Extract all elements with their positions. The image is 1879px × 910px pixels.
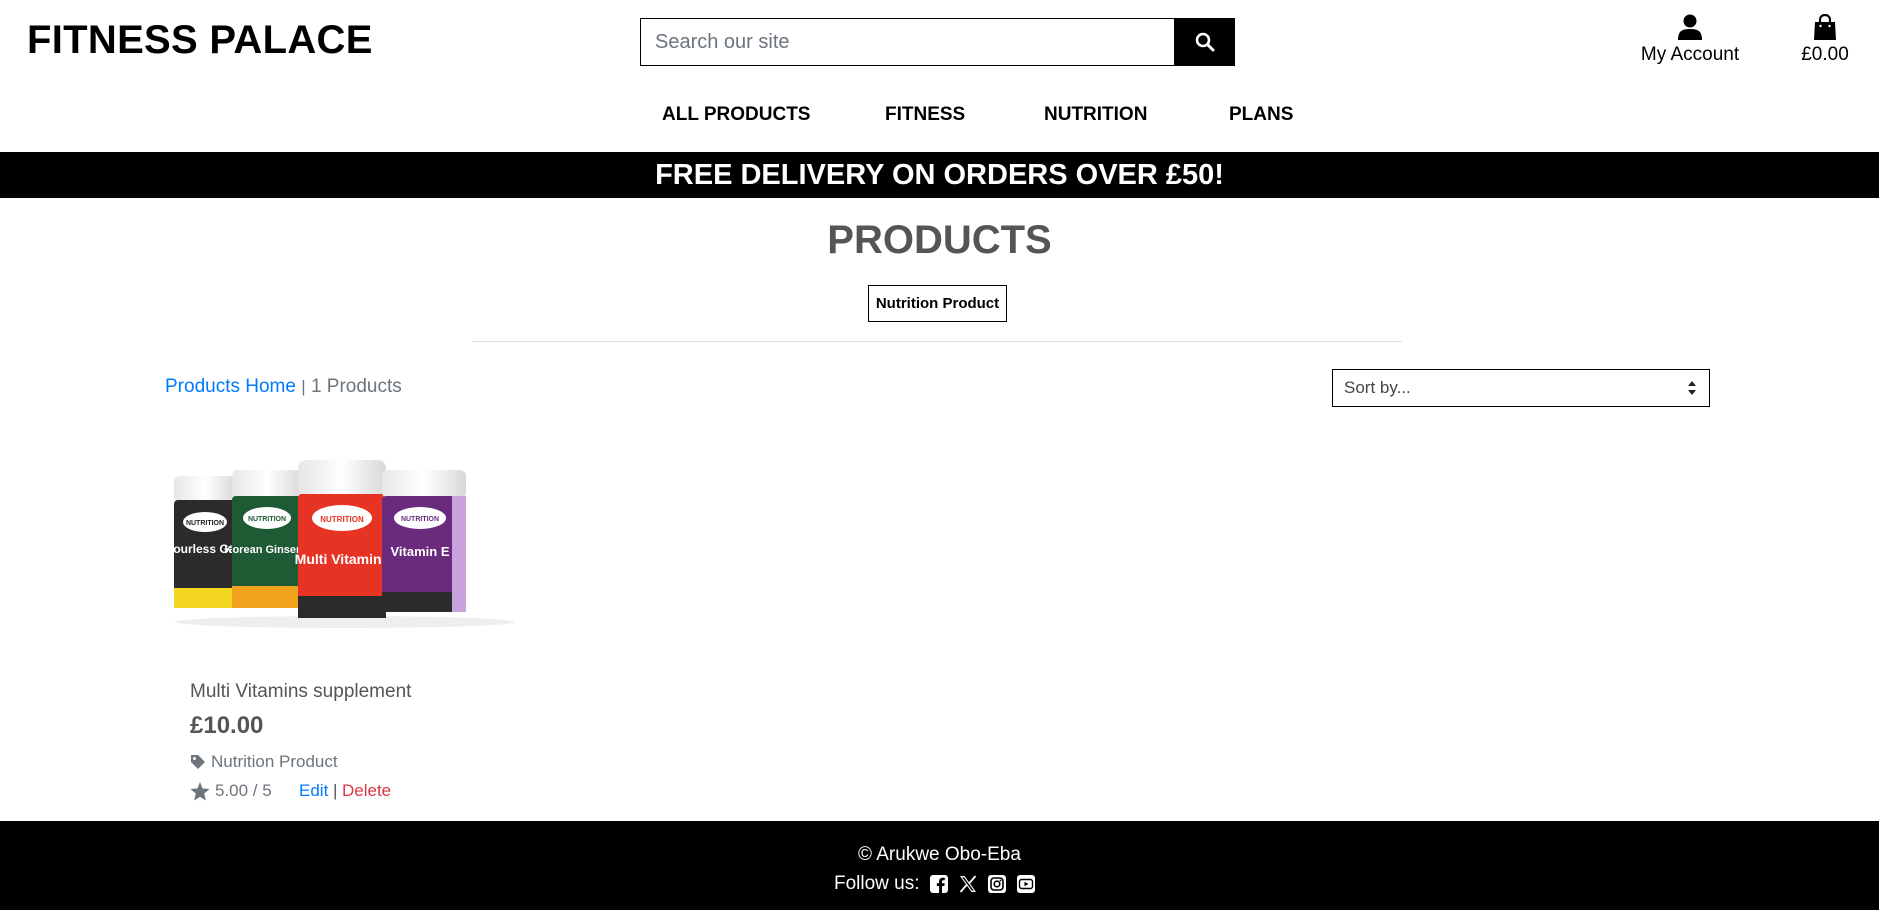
- instagram-icon: [987, 875, 1006, 893]
- nav-nutrition[interactable]: NUTRITION: [1044, 104, 1147, 126]
- divider: [472, 341, 1402, 342]
- jar-label-vitamin-e: Vitamin E: [390, 544, 449, 559]
- sort-select-value: Sort by...: [1344, 378, 1411, 397]
- search-button[interactable]: [1174, 18, 1235, 66]
- product-rating-value: 5.00 / 5: [215, 781, 272, 800]
- jar-brand: NUTRITION: [401, 516, 439, 523]
- facebook-icon: [929, 875, 948, 893]
- search-form: [640, 18, 1235, 66]
- social-links: Follow us:: [834, 873, 1036, 895]
- delete-product-link[interactable]: Delete: [342, 781, 391, 801]
- cart-total: £0.00: [1801, 44, 1849, 65]
- youtube-icon: [1016, 875, 1035, 893]
- copyright-text: © Arukwe Obo-Eba: [858, 844, 1021, 865]
- nav-fitness[interactable]: FITNESS: [885, 104, 965, 126]
- sort-arrows-icon: [1688, 381, 1696, 395]
- site-logo[interactable]: FITNESS PALACE: [27, 18, 373, 63]
- shopping-bag-icon: [1814, 14, 1836, 40]
- x-link[interactable]: [958, 874, 978, 894]
- breadcrumb: Products Home | 1 Products: [165, 376, 402, 398]
- instagram-link[interactable]: [987, 874, 1007, 894]
- site-footer: © Arukwe Obo-Eba Follow us:: [0, 821, 1879, 910]
- product-rating: 5.00 / 5: [190, 781, 272, 801]
- nav-all-products[interactable]: ALL PRODUCTS: [662, 104, 810, 126]
- jar-label-multivitamins: Multi Vitamins: [295, 551, 390, 567]
- search-icon: [1195, 32, 1214, 52]
- jar-brand: NUTRITION: [186, 520, 224, 527]
- delivery-banner: FREE DELIVERY ON ORDERS OVER £50!: [0, 152, 1879, 198]
- product-image[interactable]: NUTRITION Odourless Garlic NUTRITION Kor…: [157, 456, 520, 636]
- x-icon: [959, 875, 976, 893]
- category-filter-badge[interactable]: Nutrition Product: [868, 285, 1007, 322]
- vitamin-jars-image: NUTRITION Odourless Garlic NUTRITION Kor…: [157, 460, 515, 628]
- page-title: PRODUCTS: [827, 218, 1052, 262]
- star-icon: [190, 781, 210, 800]
- main-nav: ALL PRODUCTS FITNESS NUTRITION PLANS: [0, 104, 1879, 132]
- my-account-link[interactable]: My Account: [1635, 12, 1745, 66]
- product-count: 1 Products: [310, 376, 402, 397]
- shopping-bag-link[interactable]: £0.00: [1790, 12, 1860, 66]
- product-price: £10.00: [190, 712, 264, 739]
- jar-brand: NUTRITION: [248, 516, 286, 523]
- product-name[interactable]: Multi Vitamins supplement: [190, 681, 411, 703]
- jar-brand: NUTRITION: [320, 515, 364, 524]
- youtube-link[interactable]: [1016, 874, 1036, 894]
- sort-select[interactable]: Sort by...: [1332, 369, 1710, 407]
- tag-icon: [191, 755, 205, 769]
- product-category-link[interactable]: Nutrition Product: [190, 752, 338, 772]
- product-category-label: Nutrition Product: [211, 752, 338, 771]
- breadcrumb-separator: |: [301, 377, 306, 396]
- facebook-link[interactable]: [929, 874, 949, 894]
- edit-product-link[interactable]: Edit: [299, 781, 328, 801]
- site-header: FITNESS PALACE My Account: [0, 0, 1879, 152]
- nav-plans[interactable]: PLANS: [1229, 104, 1293, 126]
- user-icon: [1678, 14, 1702, 40]
- follow-us-label: Follow us:: [834, 873, 920, 894]
- my-account-label: My Account: [1640, 44, 1740, 65]
- edit-delete-separator: |: [333, 781, 338, 800]
- products-home-link[interactable]: Products Home: [165, 376, 296, 397]
- search-input[interactable]: [640, 18, 1174, 66]
